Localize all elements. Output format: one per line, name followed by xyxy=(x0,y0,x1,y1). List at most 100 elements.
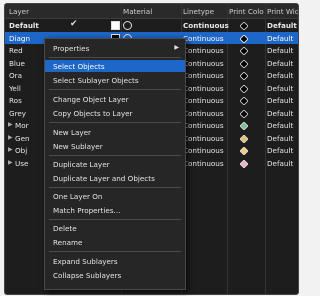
menu-item-duplicate-layer[interactable]: Duplicate Layer xyxy=(45,158,185,170)
menu-item-label: Select Objects xyxy=(53,62,105,71)
layer-row-default[interactable]: Default ✔ Continuous Default xyxy=(5,19,298,32)
column-print-width[interactable]: Print Wid xyxy=(267,7,298,16)
menu-item-label: Properties xyxy=(53,44,90,53)
print-color-diamond-icon[interactable] xyxy=(240,159,248,168)
menu-item-copy-objects-to-layer[interactable]: Copy Objects to Layer xyxy=(45,107,185,119)
layer-print-width: Default xyxy=(267,83,294,93)
menu-item-new-sublayer[interactable]: New Sublayer xyxy=(45,140,185,152)
column-linetype[interactable]: Linetype xyxy=(183,7,214,16)
layer-print-width: Default xyxy=(267,96,294,105)
material-icon[interactable] xyxy=(123,21,132,30)
layer-linetype: Continuous xyxy=(183,21,229,30)
layer-name: Default xyxy=(9,21,39,30)
layer-linetype: Continuous xyxy=(183,71,224,80)
layer-linetype: Continuous xyxy=(183,133,224,143)
menu-item-label: Delete xyxy=(53,224,77,233)
layer-color-swatch[interactable] xyxy=(111,21,120,30)
menu-item-label: Select Sublayer Objects xyxy=(53,76,139,85)
menu-separator xyxy=(49,89,181,90)
print-color-diamond-icon[interactable] xyxy=(240,22,248,30)
menu-item-label: Rename xyxy=(53,238,83,247)
column-header: Layer Material Linetype Print Colo Print… xyxy=(5,4,298,19)
layer-print-width: Default xyxy=(267,58,294,68)
print-color-diamond-icon[interactable] xyxy=(240,147,248,155)
print-color-diamond-icon[interactable] xyxy=(240,97,248,105)
layer-print-width: Default xyxy=(267,108,294,118)
menu-separator xyxy=(49,187,181,188)
layer-linetype: Continuous xyxy=(183,158,224,168)
layer-linetype: Continuous xyxy=(183,46,224,55)
menu-item-duplicate-layer-and-objects[interactable]: Duplicate Layer and Objects xyxy=(45,172,185,184)
expand-triangle-icon[interactable]: ▶ xyxy=(8,134,13,141)
layer-name: Red xyxy=(9,46,23,55)
layer-name: Gen xyxy=(15,133,30,143)
menu-item-label: Change Object Layer xyxy=(53,95,129,104)
print-color-diamond-icon[interactable] xyxy=(240,134,248,143)
layer-print-width: Default xyxy=(267,21,297,30)
menu-item-label: Duplicate Layer and Objects xyxy=(53,174,155,183)
layer-name: Grey xyxy=(9,108,27,118)
current-layer-check-icon[interactable]: ✔ xyxy=(70,19,78,29)
print-color-diamond-icon[interactable] xyxy=(240,84,248,93)
menu-item-label: One Layer On xyxy=(53,192,103,201)
menu-item-label: Copy Objects to Layer xyxy=(53,109,133,118)
layer-name: Obj xyxy=(15,146,28,155)
layer-linetype: Continuous xyxy=(183,146,224,155)
layer-name: Mor xyxy=(15,121,29,130)
menu-separator xyxy=(49,155,181,156)
layer-linetype: Continuous xyxy=(183,121,224,130)
layer-print-width: Default xyxy=(267,133,294,143)
menu-item-one-layer-on[interactable]: One Layer On xyxy=(45,190,185,202)
layer-linetype: Continuous xyxy=(183,108,224,118)
column-material[interactable]: Material xyxy=(123,7,152,16)
submenu-arrow-icon: ▶ xyxy=(174,44,179,51)
layer-print-width: Default xyxy=(267,146,294,155)
menu-item-label: Expand Sublayers xyxy=(53,257,118,266)
menu-item-change-object-layer[interactable]: Change Object Layer xyxy=(45,93,185,105)
layer-linetype: Continuous xyxy=(183,96,224,105)
layer-linetype: Continuous xyxy=(183,58,224,68)
menu-item-label: New Sublayer xyxy=(53,142,103,151)
expand-triangle-icon[interactable]: ▶ xyxy=(8,146,13,153)
menu-item-match-properties[interactable]: Match Properties... xyxy=(45,204,185,216)
layer-name: Blue xyxy=(9,58,25,68)
menu-separator xyxy=(49,219,181,220)
print-color-diamond-icon[interactable] xyxy=(240,47,248,55)
menu-item-label: Duplicate Layer xyxy=(53,160,110,169)
menu-item-expand-sublayers[interactable]: Expand Sublayers xyxy=(45,255,185,267)
layer-print-width: Default xyxy=(267,46,294,55)
print-color-diamond-icon[interactable] xyxy=(240,122,248,130)
print-color-diamond-icon[interactable] xyxy=(240,72,248,80)
layer-name: Yell xyxy=(9,83,21,93)
menu-separator xyxy=(49,251,181,252)
print-color-diamond-icon[interactable] xyxy=(240,109,248,118)
menu-item-properties[interactable]: Properties ▶ xyxy=(45,42,185,54)
column-layer[interactable]: Layer xyxy=(9,7,29,16)
menu-item-delete[interactable]: Delete xyxy=(45,222,185,234)
context-menu: Properties ▶ Select Objects Select Subla… xyxy=(44,38,186,290)
menu-item-label: Collapse Sublayers xyxy=(53,271,122,280)
menu-item-select-sublayer-objects[interactable]: Select Sublayer Objects xyxy=(45,74,185,86)
menu-item-collapse-sublayers[interactable]: Collapse Sublayers xyxy=(45,269,185,281)
menu-item-select-objects[interactable]: Select Objects xyxy=(45,60,185,72)
layer-name: Diagn xyxy=(9,33,31,43)
layer-name: Ora xyxy=(9,71,23,80)
layer-linetype: Continuous xyxy=(183,83,224,93)
layer-print-width: Default xyxy=(267,121,294,130)
menu-item-label: New Layer xyxy=(53,128,92,137)
layer-print-width: Default xyxy=(267,33,294,43)
menu-separator xyxy=(49,57,181,58)
column-print-color[interactable]: Print Colo xyxy=(229,7,264,16)
menu-item-rename[interactable]: Rename xyxy=(45,236,185,248)
print-color-diamond-icon[interactable] xyxy=(240,34,248,43)
menu-item-new-layer[interactable]: New Layer xyxy=(45,126,185,138)
layer-linetype: Continuous xyxy=(183,33,224,43)
layer-print-width: Default xyxy=(267,158,294,168)
print-color-diamond-icon[interactable] xyxy=(240,59,248,68)
expand-triangle-icon[interactable]: ▶ xyxy=(8,159,13,166)
menu-item-label: Match Properties... xyxy=(53,206,121,215)
menu-separator xyxy=(49,122,181,123)
layer-name: Use xyxy=(15,158,29,168)
expand-triangle-icon[interactable]: ▶ xyxy=(8,121,13,128)
layer-print-width: Default xyxy=(267,71,294,80)
